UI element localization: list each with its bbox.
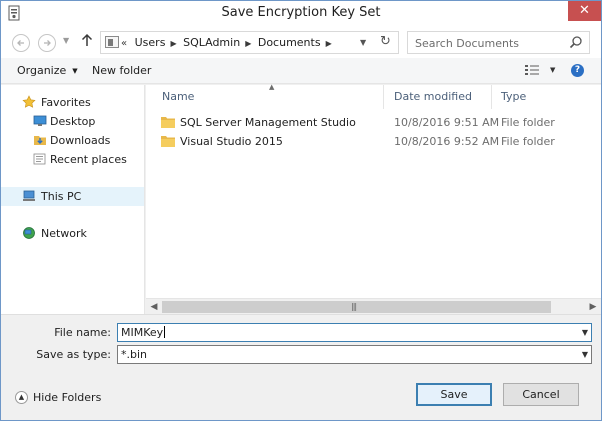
search-box[interactable]: Search Documents [407,31,590,54]
sidebar-item-label: Favorites [41,96,91,109]
column-header-label: Type [501,90,527,103]
column-header-name[interactable]: Name [146,85,383,109]
up-arrow-icon [81,33,93,46]
navigation-pane: Favorites Desktop Downloads Recent place… [1,85,145,314]
navigation-bar: ▼ « Users ▶ SQLAdmin ▶ Documents ▶ ▼ ↻ Sear… [1,26,601,58]
file-type: File folder [501,135,555,148]
sidebar-item-recent-places[interactable]: Recent places [1,150,144,169]
network-icon [23,227,35,239]
column-header-label: Date modified [394,90,472,103]
table-row[interactable]: Visual Studio 2015 10/8/2016 9:52 AM Fil… [146,132,601,151]
sidebar-item-favorites[interactable]: Favorites [1,93,144,112]
sidebar-item-label: Desktop [50,115,96,128]
column-header-type[interactable]: Type [492,85,601,109]
save-as-type-select[interactable]: *.bin ▼ [117,345,592,364]
breadcrumb-chevron-icon[interactable]: ▶ [326,39,332,48]
back-arrow-icon [17,40,24,46]
horizontal-scrollbar[interactable]: ◀ ||| ▶ [146,298,601,314]
scroll-right-icon[interactable]: ▶ [585,300,601,314]
file-name-value-wrap: MIMKey [121,326,166,339]
file-name: SQL Server Management Studio [180,116,356,129]
sidebar-item-label: This PC [41,190,82,203]
breadcrumb-sqladmin[interactable]: SQLAdmin [183,36,240,49]
forward-arrow-icon [44,40,51,46]
back-button[interactable] [12,34,30,52]
file-name-field[interactable]: MIMKey ▼ [117,323,592,342]
view-options-icon[interactable] [525,64,539,76]
file-name: Visual Studio 2015 [180,135,283,148]
breadcrumb-chevron-icon[interactable]: ▶ [170,39,176,48]
file-name-label: File name: [54,326,111,339]
breadcrumb-overflow[interactable]: « [121,38,127,49]
hide-folders-label: Hide Folders [33,391,102,404]
recent-locations-dropdown[interactable]: ▼ [63,36,69,45]
sidebar-item-this-pc[interactable]: This PC [1,187,144,206]
folder-location-icon [105,36,119,48]
cancel-button[interactable]: Cancel [503,383,579,406]
save-dialog: Save Encryption Key Set ✕ ▼ « Users ▶ SQL… [0,0,602,421]
table-row[interactable]: SQL Server Management Studio 10/8/2016 9… [146,113,601,132]
forward-button[interactable] [38,34,56,52]
recent-places-icon [33,153,46,165]
column-header-date-modified[interactable]: Date modified [384,85,491,109]
command-bar: Organize ▼ New folder ▼ ? [1,58,601,84]
save-as-type-label: Save as type: [36,348,111,361]
breadcrumb-documents[interactable]: Documents [258,36,321,49]
title-bar: Save Encryption Key Set ✕ [1,1,601,26]
file-name-value: MIMKey [121,326,164,339]
folder-icon [161,136,175,147]
new-folder-button[interactable]: New folder [92,64,151,77]
star-icon [22,95,36,108]
scroll-left-icon[interactable]: ◀ [146,300,162,314]
sidebar-item-label: Recent places [50,153,127,166]
folder-icon [161,117,175,128]
downloads-icon [34,136,46,145]
save-form: File name: MIMKey ▼ Save as type: *.bin … [1,314,601,420]
up-button[interactable] [81,32,93,51]
close-button[interactable]: ✕ [568,1,601,21]
sidebar-item-label: Network [41,227,87,240]
scrollbar-thumb[interactable]: ||| [162,301,551,313]
sidebar-item-desktop[interactable]: Desktop [1,112,144,131]
address-dropdown[interactable]: ▼ [360,38,366,47]
organize-label: Organize [17,64,67,77]
save-button[interactable]: Save [416,383,492,406]
search-input[interactable]: Search Documents [415,37,519,50]
chevron-down-icon[interactable]: ▼ [582,328,588,337]
breadcrumb-chevron-icon[interactable]: ▶ [245,39,251,48]
help-icon[interactable]: ? [571,64,584,77]
sidebar-item-downloads[interactable]: Downloads [1,131,144,150]
sidebar-item-network[interactable]: Network [1,224,144,243]
breadcrumb-users[interactable]: Users [135,36,166,49]
chevron-down-icon[interactable]: ▼ [582,350,588,359]
refresh-icon[interactable]: ↻ [380,34,391,49]
file-date: 10/8/2016 9:52 AM [394,135,500,148]
grip-icon: ||| [351,302,357,311]
window-title: Save Encryption Key Set [221,5,381,20]
computer-icon [23,190,35,201]
sidebar-item-label: Downloads [50,134,111,147]
file-list: ▲ Name Date modified Type SQL Server Man… [146,83,601,298]
collapse-up-icon: ▲ [15,391,28,404]
caret-down-icon: ▼ [72,67,78,75]
column-header-label: Name [162,90,195,103]
file-type: File folder [501,116,555,129]
view-dropdown[interactable]: ▼ [550,66,555,74]
save-as-type-value: *.bin [121,348,148,361]
address-bar[interactable]: « Users ▶ SQLAdmin ▶ Documents ▶ ▼ ↻ [100,31,399,54]
file-date: 10/8/2016 9:51 AM [394,116,500,129]
search-icon[interactable] [569,35,583,49]
organize-button[interactable]: Organize ▼ [17,64,78,77]
desktop-icon [33,115,47,126]
breadcrumb: « Users ▶ SQLAdmin ▶ Documents ▶ [121,36,335,49]
text-cursor [164,326,166,338]
